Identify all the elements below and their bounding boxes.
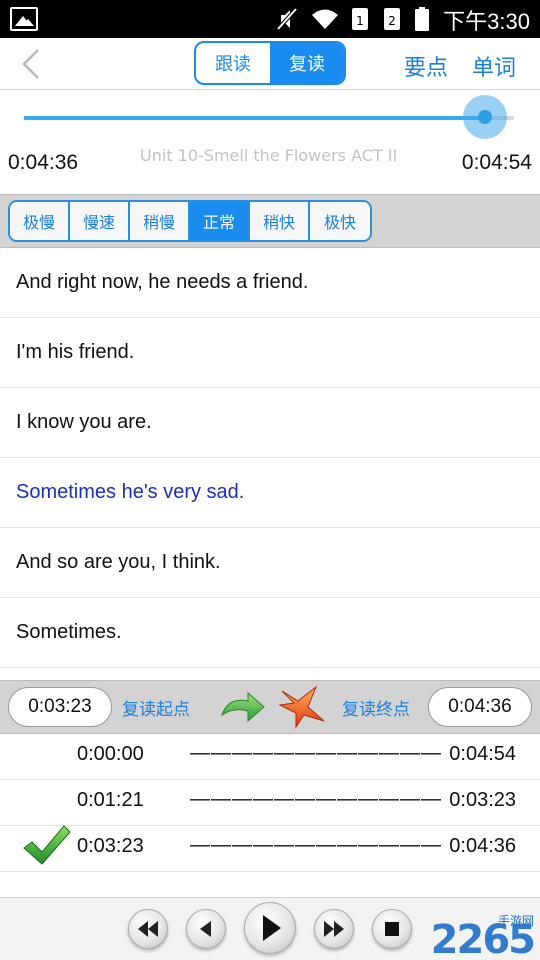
stop-icon bbox=[385, 922, 399, 936]
wifi-icon bbox=[312, 9, 338, 29]
repeat-end-field[interactable]: 0:04:36 bbox=[428, 687, 532, 727]
clear-repeat-cross-icon[interactable] bbox=[276, 685, 328, 729]
playback-progress: 0:04:36 Unit 10-Smell the Flowers ACT II… bbox=[0, 91, 540, 194]
sim1-icon: 1 bbox=[352, 8, 368, 30]
progress-track[interactable] bbox=[24, 95, 514, 139]
speed-normal[interactable]: 正常 bbox=[190, 202, 250, 240]
play-icon bbox=[263, 915, 281, 941]
fast-forward-button[interactable] bbox=[314, 909, 354, 949]
fast-forward-icon bbox=[324, 921, 344, 937]
segment-end-time: 0:04:54 bbox=[449, 743, 516, 765]
track-title: Unit 10-Smell the Flowers ACT II bbox=[140, 146, 398, 165]
sentence-item[interactable]: And right now, he needs a friend. bbox=[0, 248, 540, 318]
segment-start-time: 0:01:21 bbox=[77, 789, 144, 811]
mute-icon bbox=[276, 7, 298, 31]
speed-bar: 极慢 慢速 稍慢 正常 稍快 极快 bbox=[0, 194, 540, 248]
key-points-button[interactable]: 要点 bbox=[404, 50, 448, 82]
sentence-item[interactable]: I know you are. bbox=[0, 388, 540, 458]
gallery-icon bbox=[10, 7, 38, 31]
tab-follow-read[interactable]: 跟读 bbox=[196, 43, 270, 83]
repeat-segment-row[interactable]: 0:01:21 ———————————— 0:03:23 bbox=[0, 780, 540, 826]
watermark-logo: 2265 bbox=[430, 917, 536, 960]
add-repeat-arrow-icon[interactable] bbox=[218, 689, 266, 725]
speed-slow[interactable]: 慢速 bbox=[70, 202, 130, 240]
clock-time: 下午3:30 bbox=[443, 9, 530, 34]
speed-slightly-slow[interactable]: 稍慢 bbox=[130, 202, 190, 240]
sentence-list: And right now, he needs a friend. I'm hi… bbox=[0, 248, 540, 680]
repeat-segment-row[interactable]: 0:00:00 ———————————— 0:04:54 bbox=[0, 734, 540, 780]
repeat-segment-row-selected[interactable]: 0:03:23 ———————————— 0:04:36 bbox=[0, 825, 540, 872]
repeat-bar: 0:03:23 复读起点 复读终点 0:04:36 bbox=[0, 680, 540, 734]
sim2-icon: 2 bbox=[384, 8, 400, 30]
progress-thumb[interactable] bbox=[462, 95, 507, 139]
chevron-left-icon[interactable] bbox=[16, 46, 50, 82]
repeat-end-button[interactable]: 复读终点 bbox=[342, 695, 410, 720]
stop-button[interactable] bbox=[372, 909, 412, 949]
sentence-item[interactable]: I'm his friend. bbox=[0, 318, 540, 388]
sentence-item[interactable]: And so are you, I think. bbox=[0, 528, 540, 598]
segment-end-time: 0:04:36 bbox=[449, 835, 516, 857]
segment-dash: ———————————— bbox=[190, 742, 442, 764]
progress-fill bbox=[24, 116, 485, 120]
svg-text:2: 2 bbox=[388, 14, 396, 28]
svg-text:1: 1 bbox=[356, 14, 364, 28]
segment-start-time: 0:00:00 bbox=[77, 743, 144, 765]
rewind-icon bbox=[138, 921, 158, 937]
vocabulary-button[interactable]: 单词 bbox=[472, 50, 516, 82]
repeat-segment-list: 0:00:00 ———————————— 0:04:54 0:01:21 ———… bbox=[0, 734, 540, 896]
repeat-start-field[interactable]: 0:03:23 bbox=[8, 687, 112, 727]
rewind-button[interactable] bbox=[128, 909, 168, 949]
speed-very-slow[interactable]: 极慢 bbox=[10, 202, 70, 240]
checkmark-icon bbox=[23, 825, 71, 865]
status-bar: 1 2 下午3:30 bbox=[0, 0, 540, 38]
segment-dash: ———————————— bbox=[190, 834, 442, 856]
battery-icon bbox=[415, 7, 429, 31]
segment-start-time: 0:03:23 bbox=[77, 835, 144, 857]
speed-very-fast[interactable]: 极快 bbox=[310, 202, 370, 240]
tab-repeat-read[interactable]: 复读 bbox=[270, 43, 344, 83]
previous-button[interactable] bbox=[186, 909, 226, 949]
title-bar: 跟读 复读 要点 单词 bbox=[0, 38, 540, 90]
current-time: 0:04:36 bbox=[8, 151, 79, 174]
sentence-item[interactable]: Sometimes. bbox=[0, 598, 540, 668]
play-button[interactable] bbox=[244, 902, 296, 954]
segment-dash: ———————————— bbox=[190, 788, 442, 810]
segment-end-time: 0:03:23 bbox=[449, 789, 516, 811]
speed-selector: 极慢 慢速 稍慢 正常 稍快 极快 bbox=[8, 200, 372, 242]
total-time: 0:04:54 bbox=[461, 151, 532, 174]
repeat-start-button[interactable]: 复读起点 bbox=[122, 695, 190, 720]
status-icons: 1 2 bbox=[274, 5, 430, 33]
previous-icon bbox=[200, 921, 211, 937]
sentence-item-current[interactable]: Sometimes he's very sad. bbox=[0, 458, 540, 528]
mode-switch: 跟读 复读 bbox=[194, 41, 346, 85]
speed-slightly-fast[interactable]: 稍快 bbox=[250, 202, 310, 240]
